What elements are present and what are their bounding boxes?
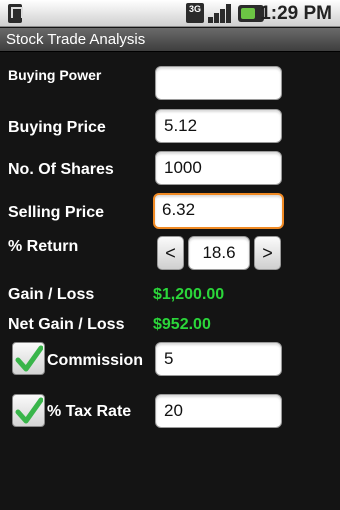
net-gain-loss-value: $952.00 xyxy=(153,316,211,333)
gain-loss-label: Gain / Loss xyxy=(8,286,95,303)
status-time: 1:29 PM xyxy=(260,3,332,24)
tax-rate-checkbox[interactable] xyxy=(12,394,45,427)
tax-rate-label: % Tax Rate xyxy=(47,403,132,420)
num-shares-input[interactable]: 1000 xyxy=(155,151,282,185)
commission-label: Commission xyxy=(47,352,144,369)
notification-icon xyxy=(8,4,23,23)
commission-input[interactable]: 5 xyxy=(155,342,282,376)
buying-power-input[interactable] xyxy=(155,66,282,100)
app-title-bar: Stock Trade Analysis xyxy=(0,28,340,52)
app-title: Stock Trade Analysis xyxy=(6,31,146,48)
percent-return-label: % Return xyxy=(8,238,79,255)
selling-price-label: Selling Price xyxy=(8,204,105,221)
increment-return-button[interactable]: > xyxy=(254,236,281,270)
percent-return-input[interactable]: 18.6 xyxy=(188,236,250,270)
status-bar: 3G 1:29 PM xyxy=(0,0,340,27)
buying-price-input[interactable]: 5.12 xyxy=(155,109,282,143)
net-gain-loss-label: Net Gain / Loss xyxy=(8,316,125,333)
num-shares-label: No. Of Shares xyxy=(8,161,114,178)
buying-power-label: Buying Power xyxy=(8,67,102,83)
gain-loss-value: $1,200.00 xyxy=(153,286,225,303)
commission-checkbox[interactable] xyxy=(12,342,45,375)
checkmark-icon xyxy=(15,345,43,372)
network-3g-icon: 3G xyxy=(186,3,204,23)
buying-price-label: Buying Price xyxy=(8,119,106,136)
signal-icon xyxy=(208,3,234,23)
decrement-return-button[interactable]: < xyxy=(157,236,184,270)
checkmark-icon xyxy=(15,397,43,424)
selling-price-input[interactable]: 6.32 xyxy=(153,193,284,229)
tax-rate-input[interactable]: 20 xyxy=(155,394,282,428)
